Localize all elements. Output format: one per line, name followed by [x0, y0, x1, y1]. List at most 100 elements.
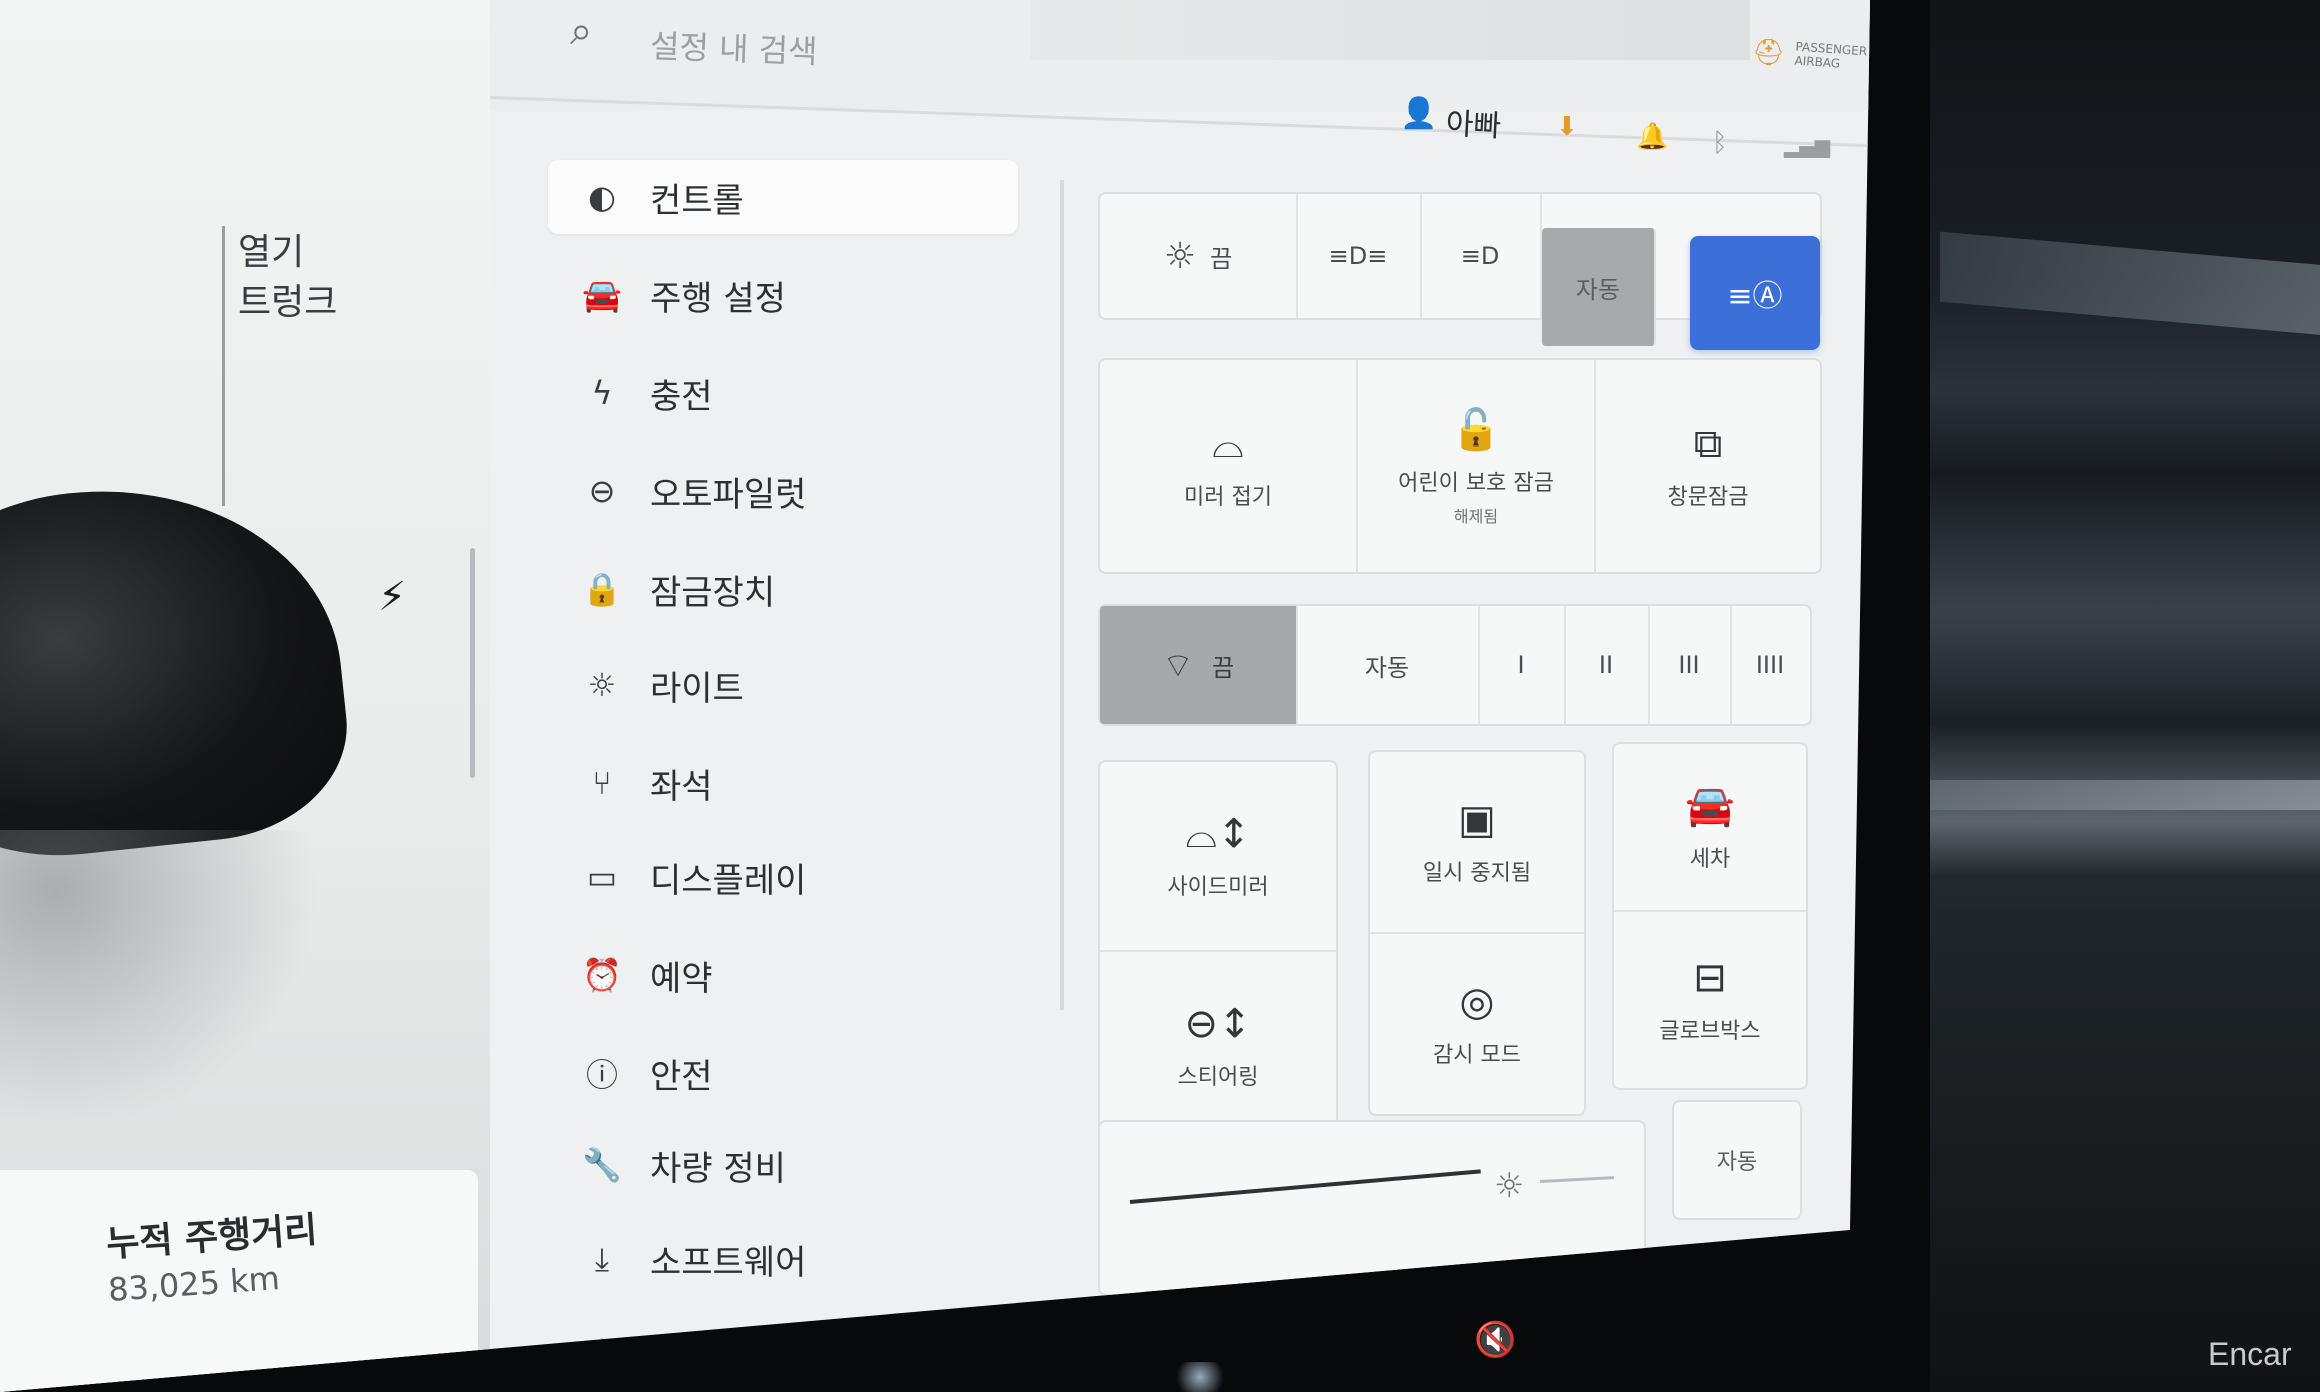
wiper-speed-1-button[interactable]: I [1478, 606, 1566, 724]
fold-mirrors-button[interactable]: ⌓ 미러 접기 [1100, 360, 1358, 572]
menu-item-safety[interactable]: ⓘ 안전 [548, 1036, 1018, 1110]
menu-item-autopilot[interactable]: ⊖ 오토파일럿 [548, 454, 1018, 528]
bluetooth-icon[interactable]: ᛒ [1712, 128, 1728, 158]
bolt-icon: ϟ [591, 374, 613, 412]
brightness-auto-button[interactable]: 자동 [1672, 1100, 1802, 1220]
menu-item-label: 충전 [650, 376, 713, 417]
bell-icon[interactable]: 🔔 [1636, 122, 1668, 152]
auto-high-beam-button[interactable]: ≡Ⓐ [1690, 236, 1820, 350]
car-reflection [0, 830, 320, 1130]
sentry-mode-button[interactable]: ◎ 감시 모드 [1370, 934, 1584, 1114]
menu-item-label: 잠금장치 [650, 572, 776, 613]
menu-item-charging[interactable]: ϟ 충전 [548, 356, 1018, 430]
child-lock-status: 해제됨 [1453, 506, 1499, 526]
download-icon[interactable]: ⬇ [1556, 112, 1578, 142]
fold-mirrors-label: 미러 접기 [1184, 485, 1272, 510]
toggle-icon: ◐ [588, 178, 616, 216]
wipers-auto-button[interactable]: 자동 [1296, 606, 1480, 724]
sentry-mode-label: 감시 모드 [1433, 1043, 1521, 1068]
menu-item-label: 컨트롤 [650, 180, 744, 221]
menu-item-label: 안전 [650, 1056, 713, 1097]
lights-off-label: 끔 [1210, 244, 1233, 273]
car-wash-icon: 🚘 [1685, 782, 1735, 829]
seat-icon: ⑂ [592, 764, 612, 802]
menu-item-display[interactable]: ▭ 디스플레이 [548, 840, 1018, 914]
child-lock-button[interactable]: 🔓 어린이 보호 잠금 해제됨 [1358, 360, 1596, 572]
steering-label: 스티어링 [1177, 1065, 1259, 1090]
user-profile-name[interactable]: 아빠 [1445, 99, 1502, 146]
window-lock-button[interactable]: ⧉ 창문잠금 [1596, 360, 1820, 572]
wiper-speed-2-button[interactable]: II [1564, 606, 1650, 724]
menu-item-label: 예약 [650, 958, 713, 999]
search-icon[interactable]: ⌕ [570, 8, 592, 54]
car-icon: 🚘 [582, 276, 622, 314]
window-lock-label: 창문잠금 [1667, 485, 1749, 510]
low-beam-button[interactable]: ≡D [1420, 194, 1542, 318]
watermark: Encar [2208, 1336, 2292, 1372]
user-icon[interactable]: 👤 [1400, 96, 1437, 131]
passenger-airbag-icon: ⛑ [1752, 38, 1786, 68]
menu-item-driving[interactable]: 🚘 주행 설정 [548, 258, 1018, 332]
mute-icon[interactable]: 🔇 [1474, 1320, 1516, 1360]
glovebox-icon: ⊟ [1693, 955, 1727, 1001]
menu-item-service[interactable]: 🔧 차량 정비 [548, 1128, 1018, 1202]
menu-item-label: 소프트웨어 [650, 1242, 807, 1283]
car-pane-scrollbar[interactable] [470, 548, 475, 778]
map-background [1030, 0, 1750, 60]
menu-item-schedule[interactable]: ⏰ 예약 [548, 938, 1018, 1012]
trunk-label: 트렁크 [238, 282, 338, 323]
car-wash-button[interactable]: 🚘 세차 [1614, 744, 1806, 912]
menu-item-lights[interactable]: ☼ 라이트 [548, 648, 1018, 722]
steering-wheel-icon: ⊖ [588, 472, 616, 510]
brightness-auto-label: 자동 [1716, 1150, 1758, 1175]
dashcam-icon: ▣ [1458, 797, 1496, 843]
wipers-off-button[interactable]: ⌔ 끔 [1100, 606, 1298, 724]
menu-item-label: 디스플레이 [650, 860, 807, 901]
wiper-icon: ⌔ [1161, 645, 1194, 686]
steering-adjust-icon: ⊖↕ [1184, 1001, 1252, 1047]
wiper-speed-3-button[interactable]: III [1648, 606, 1732, 724]
wash-glovebox-group: 🚘 세차 ⊟ 글로브박스 [1612, 742, 1808, 1090]
wiper-speed-label: III [1678, 651, 1700, 679]
menu-item-locks[interactable]: 🔒 잠금장치 [548, 552, 1018, 626]
lte-signal-icon: ▂▄▆ [1784, 134, 1831, 158]
child-lock-label: 어린이 보호 잠금 [1398, 470, 1554, 496]
glovebox-label: 글로브박스 [1659, 1019, 1761, 1044]
lights-auto-button[interactable]: 자동 [1542, 228, 1656, 346]
side-mirror-label: 사이드미러 [1167, 875, 1269, 900]
dashcam-sentry-group: ▣ 일시 중지됨 ◎ 감시 모드 [1368, 750, 1586, 1116]
wiper-speed-label: I [1517, 651, 1525, 679]
download-icon: ⤓ [594, 1239, 610, 1278]
open-trunk-button[interactable]: 열기 트렁크 [238, 228, 337, 328]
steering-adjust-button[interactable]: ⊖↕ 스티어링 [1100, 952, 1336, 1140]
warning-icon: ⓘ [585, 1056, 618, 1094]
charge-port-icon[interactable]: ⚡ [378, 574, 406, 620]
menu-item-seats[interactable]: ⑂ 좌석 [548, 746, 1018, 820]
side-mirror-adjust-button[interactable]: ⌓↕ 사이드미러 [1100, 762, 1336, 952]
dashboard-trim [1930, 780, 2320, 810]
car-wash-label: 세차 [1689, 846, 1731, 872]
glovebox-button[interactable]: ⊟ 글로브박스 [1614, 912, 1806, 1088]
low-beam-icon: ≡D [1460, 242, 1500, 270]
parking-lights-button[interactable]: ≡D≡ [1296, 194, 1422, 318]
wiper-speed-label: II [1598, 651, 1614, 679]
menu-item-label: 차량 정비 [650, 1148, 786, 1189]
menu-item-software[interactable]: ⤓ 소프트웨어 [548, 1222, 1018, 1296]
menu-item-controls[interactable]: ◐ 컨트롤 [548, 160, 1018, 234]
dashboard-reflection [1940, 231, 2320, 339]
open-label: 열기 [238, 232, 305, 273]
wiper-speed-label: IIII [1755, 651, 1785, 679]
trunk-indicator-line [222, 226, 225, 506]
dashcam-label: 일시 중지됨 [1422, 861, 1532, 886]
lock-icon: 🔒 [582, 570, 622, 608]
wiper-speed-4-button[interactable]: IIII [1730, 606, 1810, 724]
menu-item-label: 주행 설정 [650, 278, 786, 319]
menu-item-label: 라이트 [650, 668, 744, 709]
lights-auto-label: 자동 [1575, 275, 1621, 304]
menu-item-label: 좌석 [650, 766, 713, 807]
search-input[interactable]: 설정 내 검색 [649, 21, 818, 73]
dashcam-button[interactable]: ▣ 일시 중지됨 [1370, 752, 1584, 934]
lights-off-button[interactable]: ☼ 끔 [1100, 194, 1298, 318]
menu-divider [1060, 180, 1064, 1010]
sun-icon: ☼ [587, 666, 617, 704]
